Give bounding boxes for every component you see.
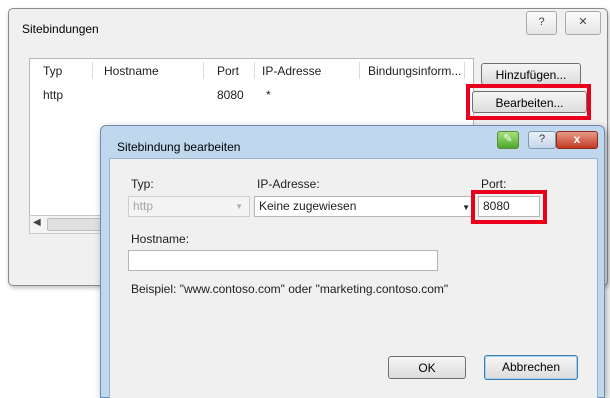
scroll-left-icon[interactable]: ◀ — [33, 217, 41, 228]
chevron-down-icon[interactable]: ▼ — [462, 198, 470, 217]
column-header-port[interactable]: Port — [217, 64, 239, 78]
highlight-port-field — [471, 190, 547, 224]
table-row[interactable]: http 8080 * — [30, 83, 473, 103]
typ-select: http ▼ — [128, 196, 250, 217]
ip-select[interactable]: Keine zugewiesen ▼ — [254, 196, 475, 217]
close-button[interactable]: x — [556, 131, 598, 149]
example-text: Beispiel: "www.contoso.com" oder "market… — [131, 282, 449, 296]
typ-value: http — [133, 199, 154, 213]
column-header-ip[interactable]: IP-Adresse — [262, 64, 321, 78]
add-button[interactable]: Hinzufügen... — [481, 63, 581, 85]
chevron-down-icon: ▼ — [235, 202, 243, 211]
typ-label: Typ: — [131, 177, 154, 191]
help-icon: ? — [538, 16, 545, 28]
cell-port: 8080 — [217, 88, 244, 102]
column-header-hostname[interactable]: Hostname — [104, 64, 159, 78]
ip-value: Keine zugewiesen — [259, 199, 357, 213]
column-separator — [254, 62, 255, 79]
dialog-title: Sitebindung bearbeiten — [117, 140, 241, 154]
column-separator — [203, 62, 204, 79]
column-separator — [359, 62, 360, 79]
port-label: Port: — [481, 177, 507, 191]
ip-label: IP-Adresse: — [257, 177, 320, 191]
close-icon: ✕ — [578, 16, 588, 28]
help-button[interactable]: ? — [526, 11, 557, 35]
cell-typ: http — [43, 88, 64, 102]
column-separator — [92, 62, 93, 79]
column-header-info[interactable]: Bindungsinform... — [368, 64, 461, 78]
highlight-edit-button — [466, 84, 591, 120]
help-button[interactable]: ? — [528, 131, 556, 149]
dialog-app-icon: ✎ — [497, 131, 519, 149]
help-icon: ? — [538, 133, 546, 145]
list-header: Typ Hostname Port IP-Adresse Bindungsinf… — [30, 59, 473, 83]
cell-ip: * — [266, 88, 271, 102]
column-header-typ[interactable]: Typ — [43, 64, 62, 78]
ok-button[interactable]: OK — [388, 356, 466, 379]
close-button[interactable]: ✕ — [565, 11, 601, 35]
dialog-title: Sitebindungen — [22, 22, 99, 36]
hostname-field[interactable] — [128, 250, 438, 271]
cancel-button[interactable]: Abbrechen — [484, 355, 578, 380]
column-separator — [464, 62, 465, 79]
hostname-label: Hostname: — [131, 232, 190, 246]
close-icon: x — [573, 132, 581, 146]
